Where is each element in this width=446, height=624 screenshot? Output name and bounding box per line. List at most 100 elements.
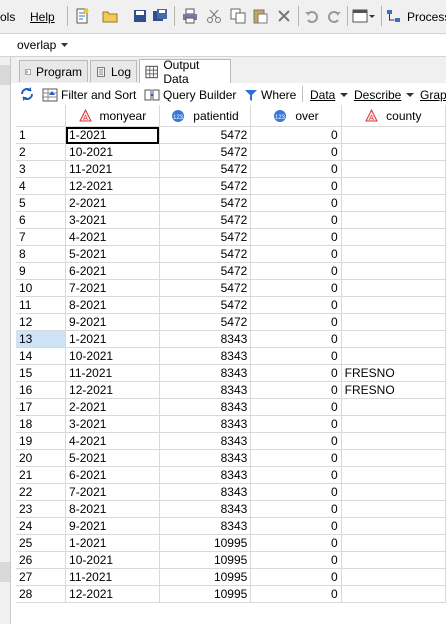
cell-over[interactable]: 0 [250,500,342,518]
cell-monyear[interactable]: 10-2021 [65,143,160,161]
row-number[interactable]: 15 [16,364,67,382]
cell-over[interactable]: 0 [250,517,342,535]
cell-over[interactable]: 0 [250,262,342,280]
tab-output-data[interactable]: Output Data [139,58,231,86]
cell-monyear[interactable]: 8-2021 [65,296,160,314]
row-number[interactable]: 16 [16,381,67,399]
cell-patientid[interactable]: 8343 [159,432,252,450]
cell-monyear[interactable]: 6-2021 [65,262,160,280]
row-number[interactable]: 10 [16,279,67,297]
cell-monyear[interactable]: 9-2021 [65,517,160,535]
cell-monyear[interactable]: 11-2021 [65,568,160,586]
cell-county[interactable] [341,500,446,518]
menu-tools[interactable]: ols [0,10,15,24]
row-number[interactable]: 1 [16,126,67,144]
row-number[interactable]: 4 [16,177,67,195]
cell-monyear[interactable]: 12-2021 [65,381,160,399]
row-number[interactable]: 20 [16,449,67,467]
cell-monyear[interactable]: 3-2021 [65,415,160,433]
table-row[interactable]: 9 6-2021 5472 0 [16,262,446,280]
cell-county[interactable] [341,534,446,552]
cell-county[interactable] [341,568,446,586]
cell-over[interactable]: 0 [250,313,342,331]
cell-over[interactable]: 0 [250,551,342,569]
table-row[interactable]: 14 10-2021 8343 0 [16,347,446,365]
cell-over[interactable]: 0 [250,415,342,433]
cell-over[interactable]: 0 [250,177,342,195]
open-folder-icon[interactable] [102,8,118,24]
row-number[interactable]: 23 [16,500,67,518]
new-file-icon[interactable] [74,8,90,24]
table-row[interactable]: 19 4-2021 8343 0 [16,432,446,450]
filter-and-sort-button[interactable]: Filter and Sort [42,86,136,103]
cell-patientid[interactable]: 8343 [159,517,252,535]
cell-over[interactable]: 0 [250,398,342,416]
row-number[interactable]: 11 [16,296,67,314]
cell-over[interactable]: 0 [250,483,342,501]
cell-county[interactable] [341,279,446,297]
table-row[interactable]: 26 10-2021 10995 0 [16,551,446,569]
table-row[interactable]: 20 5-2021 8343 0 [16,449,446,467]
cell-patientid[interactable]: 5472 [159,296,252,314]
cell-monyear[interactable]: 4-2021 [65,228,160,246]
cell-over[interactable]: 0 [250,449,342,467]
column-header-county[interactable]: A county [341,105,446,127]
cell-over[interactable]: 0 [250,364,342,382]
cell-patientid[interactable]: 8343 [159,330,252,348]
tab-program[interactable]: Program [19,60,88,82]
cell-monyear[interactable]: 9-2021 [65,313,160,331]
cell-over[interactable]: 0 [250,568,342,586]
redo-icon[interactable] [326,8,342,24]
row-number[interactable]: 8 [16,245,67,263]
cell-over[interactable]: 0 [250,245,342,263]
cell-patientid[interactable]: 10995 [159,585,252,603]
process-flow-icon[interactable] [386,8,402,24]
column-header-over[interactable]: 123 over [250,105,342,127]
cell-county[interactable] [341,126,446,144]
cell-monyear[interactable]: 10-2021 [65,347,160,365]
column-header-monyear[interactable]: A monyear [65,105,160,127]
cell-patientid[interactable]: 5472 [159,211,252,229]
table-row[interactable]: 11 8-2021 5472 0 [16,296,446,314]
row-number[interactable]: 18 [16,415,67,433]
cell-over[interactable]: 0 [250,347,342,365]
cell-county[interactable] [341,517,446,535]
row-number[interactable]: 2 [16,143,67,161]
cell-monyear[interactable]: 5-2021 [65,245,160,263]
cell-over[interactable]: 0 [250,432,342,450]
cut-icon[interactable] [206,8,222,24]
cell-over[interactable]: 0 [250,211,342,229]
cell-monyear[interactable]: 1-2021 [65,126,160,144]
cell-patientid[interactable]: 8343 [159,381,252,399]
table-row[interactable]: 7 4-2021 5472 0 [16,228,446,246]
cell-patientid[interactable]: 10995 [159,551,252,569]
cell-county[interactable] [341,160,446,178]
cell-county[interactable] [341,483,446,501]
chevron-down-icon[interactable] [61,42,68,48]
row-number[interactable]: 26 [16,551,67,569]
data-menu-button[interactable]: Data [310,86,351,103]
cell-county[interactable] [341,449,446,467]
cell-over[interactable]: 0 [250,228,342,246]
cell-county[interactable] [341,466,446,484]
row-number[interactable]: 22 [16,483,67,501]
cell-over[interactable]: 0 [250,194,342,212]
cell-patientid[interactable]: 8343 [159,415,252,433]
cell-monyear[interactable]: 1-2021 [65,534,160,552]
cell-patientid[interactable]: 8343 [159,449,252,467]
cell-county[interactable] [341,585,446,603]
graph-menu-button[interactable]: Graph [420,86,446,103]
cell-monyear[interactable]: 5-2021 [65,449,160,467]
describe-menu-button[interactable]: Describe [354,86,417,103]
table-row[interactable]: 5 2-2021 5472 0 [16,194,446,212]
refresh-icon[interactable] [19,86,35,102]
cell-patientid[interactable]: 8343 [159,364,252,382]
table-row[interactable]: 10 7-2021 5472 0 [16,279,446,297]
paste-icon[interactable] [252,8,268,24]
cell-county[interactable] [341,177,446,195]
cell-county[interactable] [341,143,446,161]
cell-county[interactable] [341,245,446,263]
copy-icon[interactable] [230,8,246,24]
row-number[interactable]: 24 [16,517,67,535]
cell-patientid[interactable]: 5472 [159,313,252,331]
